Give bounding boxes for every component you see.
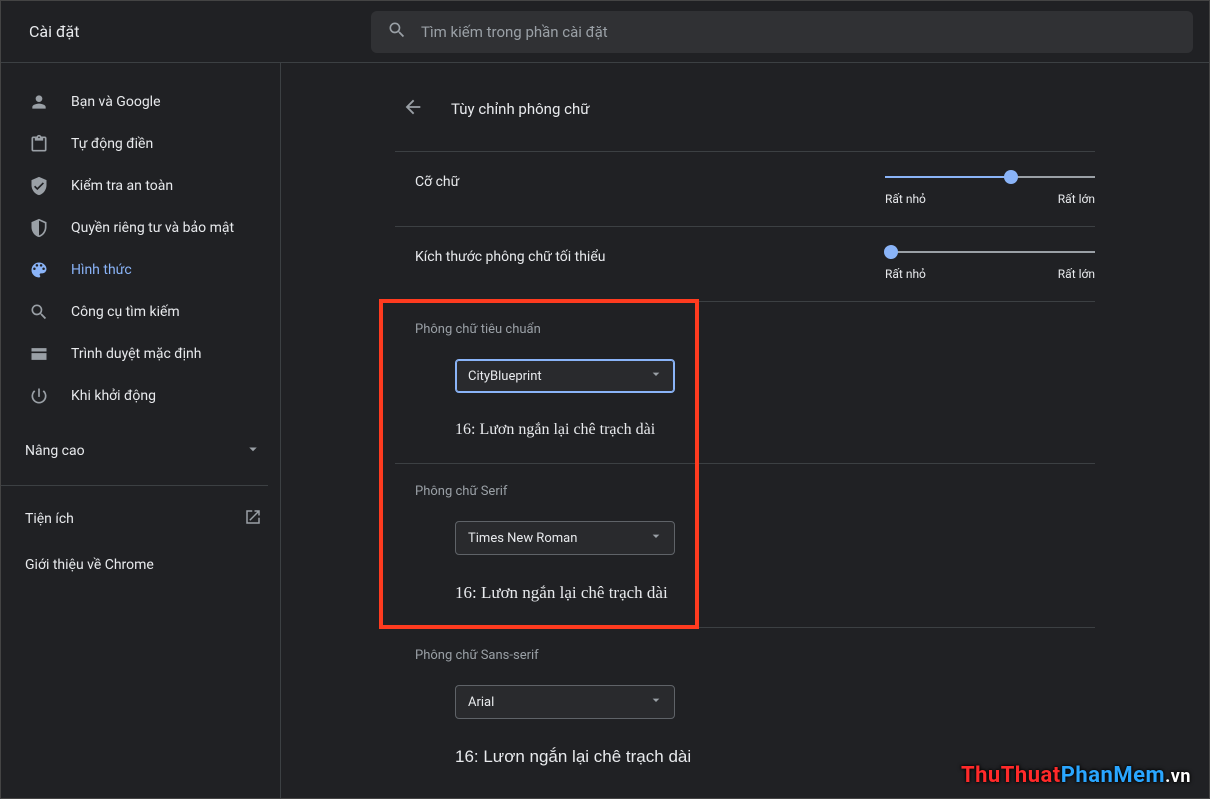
slider-min-label: Rất nhỏ <box>885 267 926 281</box>
sidebar-item-appearance[interactable]: Hình thức <box>1 249 268 291</box>
sans-serif-font-dropdown[interactable]: Arial <box>455 685 675 719</box>
sans-serif-font-label: Phông chữ Sans-serif <box>415 648 1095 663</box>
chevron-down-icon <box>648 692 664 712</box>
chevron-down-icon <box>244 440 262 462</box>
standard-font-label: Phông chữ tiêu chuẩn <box>415 322 1095 337</box>
chevron-down-icon <box>648 366 664 386</box>
sidebar-item-search-engine[interactable]: Công cụ tìm kiếm <box>1 291 268 333</box>
page-title: Cài đặt <box>1 22 371 41</box>
serif-font-sample: 16: Lươn ngắn lại chê trạch dài <box>455 583 1095 603</box>
sidebar-extensions[interactable]: Tiện ích <box>1 496 280 542</box>
person-icon <box>29 92 49 112</box>
advanced-label: Nâng cao <box>25 443 85 459</box>
sidebar-advanced-toggle[interactable]: Nâng cao <box>1 427 280 475</box>
sidebar-item-label: Hình thức <box>71 262 132 278</box>
sidebar-item-label: Trình duyệt mặc định <box>71 346 202 362</box>
dropdown-value: Arial <box>468 695 494 710</box>
search-placeholder: Tìm kiếm trong phần cài đặt <box>421 23 608 41</box>
external-link-icon <box>244 508 262 530</box>
content-title: Tùy chỉnh phông chữ <box>451 100 590 118</box>
power-icon <box>29 386 49 406</box>
sidebar-item-label: Công cụ tìm kiếm <box>71 304 180 320</box>
standard-font-sample: 16: Lươn ngắn lại chê trạch dài <box>455 421 1095 439</box>
sidebar-item-label: Bạn và Google <box>71 94 161 110</box>
search-input[interactable]: Tìm kiếm trong phần cài đặt <box>371 11 1193 53</box>
shield-icon <box>29 218 49 238</box>
font-size-label: Cỡ chữ <box>415 170 459 190</box>
palette-icon <box>29 260 49 280</box>
sidebar-item-label: Kiểm tra an toàn <box>71 178 173 194</box>
about-label: Giới thiệu về Chrome <box>25 557 154 573</box>
standard-font-dropdown[interactable]: CityBlueprint <box>455 359 675 393</box>
serif-font-dropdown[interactable]: Times New Roman <box>455 521 675 555</box>
min-font-size-slider[interactable] <box>885 251 1095 253</box>
dropdown-value: CityBlueprint <box>468 369 542 384</box>
sidebar-item-safety-check[interactable]: Kiểm tra an toàn <box>1 165 268 207</box>
browser-icon <box>29 344 49 364</box>
search-icon <box>29 302 49 322</box>
clipboard-icon <box>29 134 49 154</box>
font-size-slider[interactable] <box>885 176 1095 178</box>
sidebar-about-chrome[interactable]: Giới thiệu về Chrome <box>1 542 280 588</box>
sidebar-item-autofill[interactable]: Tự động điền <box>1 123 268 165</box>
sidebar: Bạn và Google Tự động điền Kiểm tra an t… <box>1 63 281 798</box>
sidebar-item-label: Tự động điền <box>71 136 153 152</box>
shield-check-icon <box>29 176 49 196</box>
divider <box>1 485 268 486</box>
sidebar-item-label: Khi khởi động <box>71 388 156 404</box>
extensions-label: Tiện ích <box>25 511 74 527</box>
sidebar-item-privacy[interactable]: Quyền riêng tư và bảo mật <box>1 207 268 249</box>
arrow-left-icon <box>402 96 424 122</box>
watermark: ThuThuatPhanMem.vn <box>961 763 1191 788</box>
dropdown-value: Times New Roman <box>468 531 577 546</box>
serif-font-label: Phông chữ Serif <box>415 484 1095 499</box>
slider-max-label: Rất lớn <box>1058 192 1095 206</box>
slider-max-label: Rất lớn <box>1058 267 1095 281</box>
min-font-size-label: Kích thước phông chữ tối thiểu <box>415 245 605 265</box>
sidebar-item-label: Quyền riêng tư và bảo mật <box>71 220 234 236</box>
back-button[interactable] <box>395 91 431 127</box>
slider-min-label: Rất nhỏ <box>885 192 926 206</box>
search-icon <box>387 20 407 44</box>
sidebar-item-you-and-google[interactable]: Bạn và Google <box>1 81 268 123</box>
chevron-down-icon <box>648 528 664 548</box>
sidebar-item-default-browser[interactable]: Trình duyệt mặc định <box>1 333 268 375</box>
sidebar-item-on-startup[interactable]: Khi khởi động <box>1 375 268 417</box>
